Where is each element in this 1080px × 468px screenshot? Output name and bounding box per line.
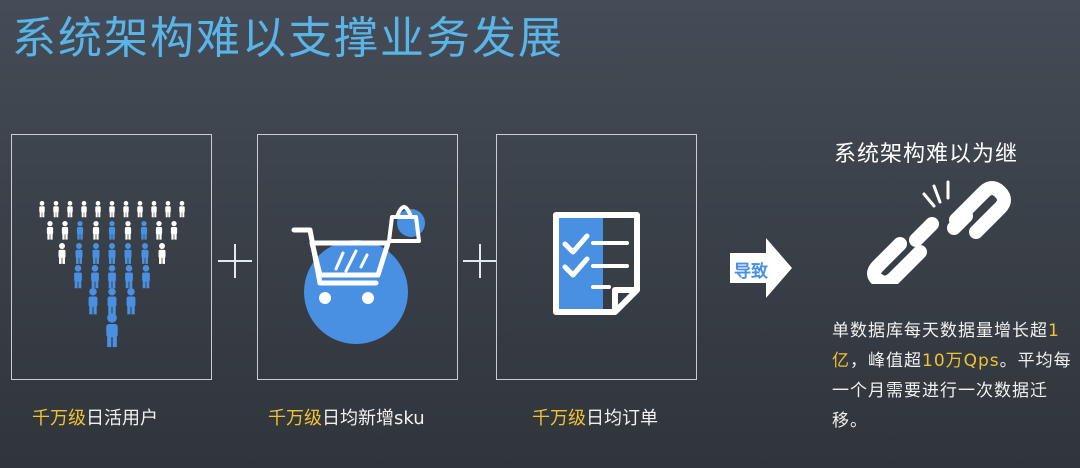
person-figure (126, 288, 136, 315)
panel-daily-orders (496, 134, 697, 380)
caption-text: 日均订单 (586, 408, 658, 429)
person-figure (141, 243, 149, 264)
person-figure (92, 221, 100, 240)
person-figure (108, 265, 116, 289)
caption-highlight: 千万级 (32, 408, 86, 429)
person-figure (109, 201, 115, 218)
person-figure (140, 221, 148, 240)
person-figure (123, 201, 129, 218)
person-figure (53, 201, 59, 218)
panel-daily-sku (257, 134, 458, 380)
caption-highlight: 千万级 (532, 408, 586, 429)
person-figure (165, 201, 171, 218)
person-figure (91, 265, 99, 289)
person-figure (170, 221, 178, 240)
person-figure (88, 288, 98, 315)
plus-icon (463, 244, 497, 278)
person-figure (108, 221, 116, 240)
caption-text: 日活用户 (86, 408, 158, 429)
person-figure (67, 201, 73, 218)
person-figure (151, 201, 157, 218)
person-figure (108, 243, 116, 264)
person-figure (107, 288, 117, 315)
person-figure (74, 265, 82, 289)
person-figure (61, 221, 69, 240)
slide-title: 系统架构难以支撑业务发展 (12, 13, 564, 64)
person-figure (58, 243, 66, 264)
person-figure (92, 243, 100, 264)
person-figure (75, 243, 83, 264)
person-figure (81, 201, 87, 218)
leads-to-arrow: 导致 (730, 238, 792, 298)
person-figure (39, 201, 45, 218)
caption-text: 日均新增sku (322, 408, 425, 429)
person-figure (95, 201, 101, 218)
desc-text: 单数据库每天数据量增长超 (832, 321, 1048, 341)
person-figure (155, 221, 163, 240)
result-title: 系统架构难以为继 (834, 142, 1019, 167)
caption-daily-sku: 千万级日均新增sku (268, 404, 425, 430)
caption-daily-orders: 千万级日均订单 (532, 404, 658, 430)
panel-daily-users (11, 134, 212, 380)
person-figure (142, 265, 150, 289)
person-figure (158, 243, 166, 264)
caption-highlight: 千万级 (268, 408, 322, 429)
person-figure (124, 243, 132, 264)
desc-text: ，峰值超 (850, 351, 922, 371)
person-figure (124, 221, 132, 240)
person-figure (46, 221, 54, 240)
broken-chain-icon (867, 180, 1011, 284)
result-description: 单数据库每天数据量增长超1亿，峰值超10万Qps。平均每一个月需要进行一次数据迁… (832, 316, 1076, 436)
person-figure (106, 313, 118, 348)
person-figure (76, 221, 84, 240)
shopping-cart-icon (291, 205, 425, 344)
person-figure (137, 201, 143, 218)
desc-highlight: 10万Qps (922, 351, 1000, 371)
caption-daily-users: 千万级日活用户 (32, 404, 158, 430)
person-figure (125, 265, 133, 289)
arrow-label: 导致 (734, 262, 768, 282)
plus-icon (218, 244, 252, 278)
person-figure (179, 201, 185, 218)
crowd-funnel-icon (39, 201, 185, 348)
checklist-document-icon (553, 212, 640, 315)
